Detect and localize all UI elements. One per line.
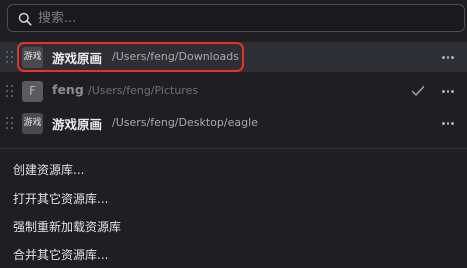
search-input[interactable] — [38, 8, 448, 28]
library-row-pictures[interactable]: F feng /Users/feng/Pictures — [0, 76, 467, 106]
open-other-library-item[interactable]: 打开其它资源库... — [13, 190, 108, 207]
divider — [0, 148, 467, 149]
more-horizontal-icon[interactable] — [441, 122, 455, 125]
force-reload-library-item[interactable]: 强制重新加载资源库 — [13, 218, 121, 235]
library-path: /Users/feng/Desktop/eagle — [112, 116, 258, 129]
more-horizontal-icon[interactable] — [441, 90, 455, 93]
drag-handle-icon[interactable] — [6, 51, 14, 63]
library-switcher-panel: 游戏 游戏原画 /Users/feng/Downloads F feng /Us… — [0, 0, 467, 268]
more-horizontal-icon[interactable] — [441, 56, 455, 59]
drag-handle-icon[interactable] — [6, 85, 14, 97]
merge-other-library-item[interactable]: 合并其它资源库... — [13, 246, 108, 263]
library-thumbnail: 游戏 — [22, 113, 43, 134]
library-name: 游戏原画 — [52, 117, 103, 132]
library-thumbnail: F — [22, 81, 43, 102]
library-row-eagle[interactable]: 游戏 游戏原画 /Users/feng/Desktop/eagle — [0, 108, 467, 138]
search-box — [7, 4, 465, 32]
search-icon — [18, 12, 32, 26]
drag-handle-icon[interactable] — [6, 117, 14, 129]
create-library-item[interactable]: 创建资源库... — [13, 161, 84, 178]
highlight-box — [17, 42, 244, 72]
library-name: feng — [52, 82, 84, 97]
checkmark-icon — [411, 86, 425, 96]
library-path: /Users/feng/Pictures — [88, 84, 199, 97]
